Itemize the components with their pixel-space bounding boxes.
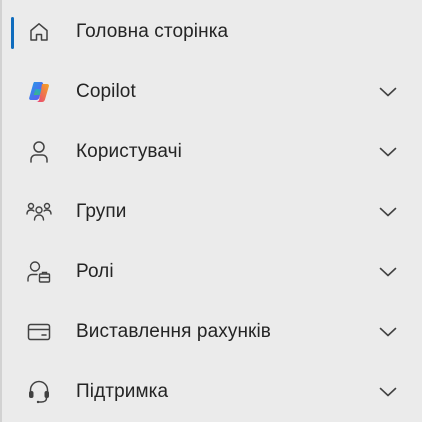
chevron-down-icon[interactable] [378,266,398,278]
nav-item-groups[interactable]: Групи [0,182,422,242]
person-icon [26,139,52,165]
headset-icon [26,379,52,405]
nav-item-users[interactable]: Користувачі [0,122,422,182]
people-team-icon [26,199,52,225]
active-indicator [11,17,14,49]
nav-item-label: Підтримка [76,381,169,402]
nav-item-copilot[interactable]: Copilot [0,62,422,122]
person-role-icon [26,259,52,285]
nav-item-label: Copilot [76,81,136,102]
navigation-pane: Головна сторінка Copilot Користувачі Гру… [0,0,422,422]
nav-item-home[interactable]: Головна сторінка [0,2,422,62]
nav-item-support[interactable]: Підтримка [0,362,422,422]
nav-item-label: Головна сторінка [76,21,229,42]
chevron-down-icon[interactable] [378,206,398,218]
chevron-down-icon[interactable] [378,386,398,398]
nav-item-roles[interactable]: Ролі [0,242,422,302]
copilot-icon [26,79,52,105]
nav-item-billing[interactable]: Виставлення рахунків [0,302,422,362]
credit-card-icon [26,319,52,345]
nav-item-label: Користувачі [76,141,182,162]
chevron-down-icon[interactable] [378,326,398,338]
chevron-down-icon[interactable] [378,146,398,158]
nav-item-label: Виставлення рахунків [76,321,271,342]
chevron-down-icon[interactable] [378,86,398,98]
home-icon [26,19,52,45]
nav-item-label: Групи [76,201,127,222]
nav-item-label: Ролі [76,261,114,282]
